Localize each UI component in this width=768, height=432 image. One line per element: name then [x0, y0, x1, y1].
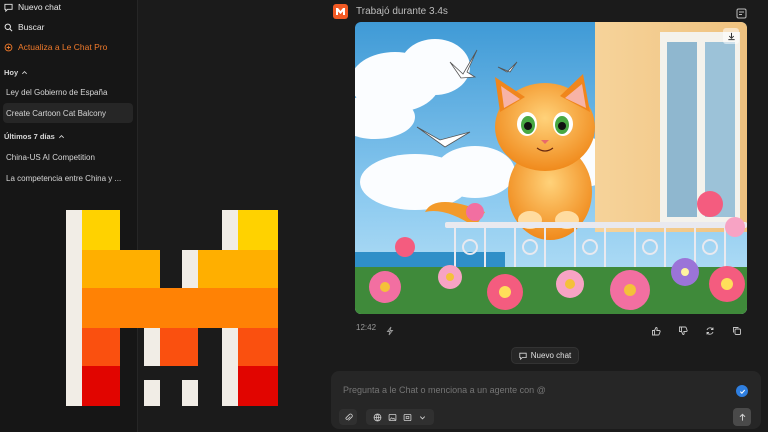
send-button[interactable] [733, 408, 751, 426]
agent-check-icon[interactable] [736, 385, 748, 397]
chevron-up-icon [58, 135, 64, 139]
generated-image[interactable] [355, 22, 747, 314]
download-icon [727, 32, 735, 40]
new-chat-link[interactable]: Nuevo chat [4, 2, 61, 12]
search-link[interactable]: Buscar [4, 22, 44, 32]
send-icon [739, 413, 745, 421]
chat-history-item[interactable]: La competencia entre China y ... [3, 168, 133, 188]
section-last-7-days-label: Últimos 7 días [4, 132, 55, 141]
regenerate-icon[interactable] [705, 323, 715, 335]
composer [331, 371, 761, 429]
new-chat-button-label: Nuevo chat [530, 351, 572, 360]
mistral-logo-icon [333, 4, 348, 19]
upgrade-pro-label: Actualiza a Le Chat Pro [18, 42, 108, 52]
new-chat-button[interactable]: Nuevo chat [511, 347, 579, 364]
download-button[interactable] [723, 28, 739, 44]
section-today-label: Hoy [4, 68, 19, 77]
thumbs-up-icon[interactable] [651, 323, 661, 336]
chat-history-item[interactable]: China-US AI Competition [3, 147, 133, 167]
chevron-up-icon [22, 71, 28, 75]
cartoon-cat-balcony-illustration [355, 22, 747, 314]
prompt-input[interactable] [343, 385, 723, 395]
new-chat-label: Nuevo chat [18, 2, 61, 12]
search-icon [4, 23, 13, 31]
thumbs-down-icon[interactable] [678, 323, 688, 335]
pro-icon [4, 43, 13, 51]
chat-history-item-active[interactable]: Create Cartoon Cat Balcony [3, 103, 133, 123]
lightning-icon [385, 323, 395, 336]
copy-icon[interactable] [732, 323, 742, 335]
tools-group[interactable] [366, 409, 434, 425]
chevron-down-icon[interactable] [418, 413, 427, 422]
work-status: Trabajó durante 3.4s [356, 6, 448, 17]
attach-icon [345, 413, 353, 421]
canvas-icon[interactable] [736, 6, 747, 19]
section-today[interactable]: Hoy [4, 68, 28, 77]
upgrade-pro-link[interactable]: Actualiza a Le Chat Pro [4, 42, 107, 52]
attach-button[interactable] [339, 409, 357, 425]
globe-icon[interactable] [373, 413, 382, 422]
chat-history-item[interactable]: Ley del Gobierno de España [3, 82, 133, 102]
code-icon[interactable] [403, 413, 412, 422]
mistral-logo-watermark [66, 210, 278, 406]
search-label: Buscar [18, 22, 45, 32]
image-icon[interactable] [388, 413, 397, 422]
message-timestamp: 12:42 [356, 323, 377, 332]
section-last-7-days[interactable]: Últimos 7 días [4, 132, 65, 141]
chat-icon [4, 3, 13, 12]
chat-icon [519, 352, 527, 360]
